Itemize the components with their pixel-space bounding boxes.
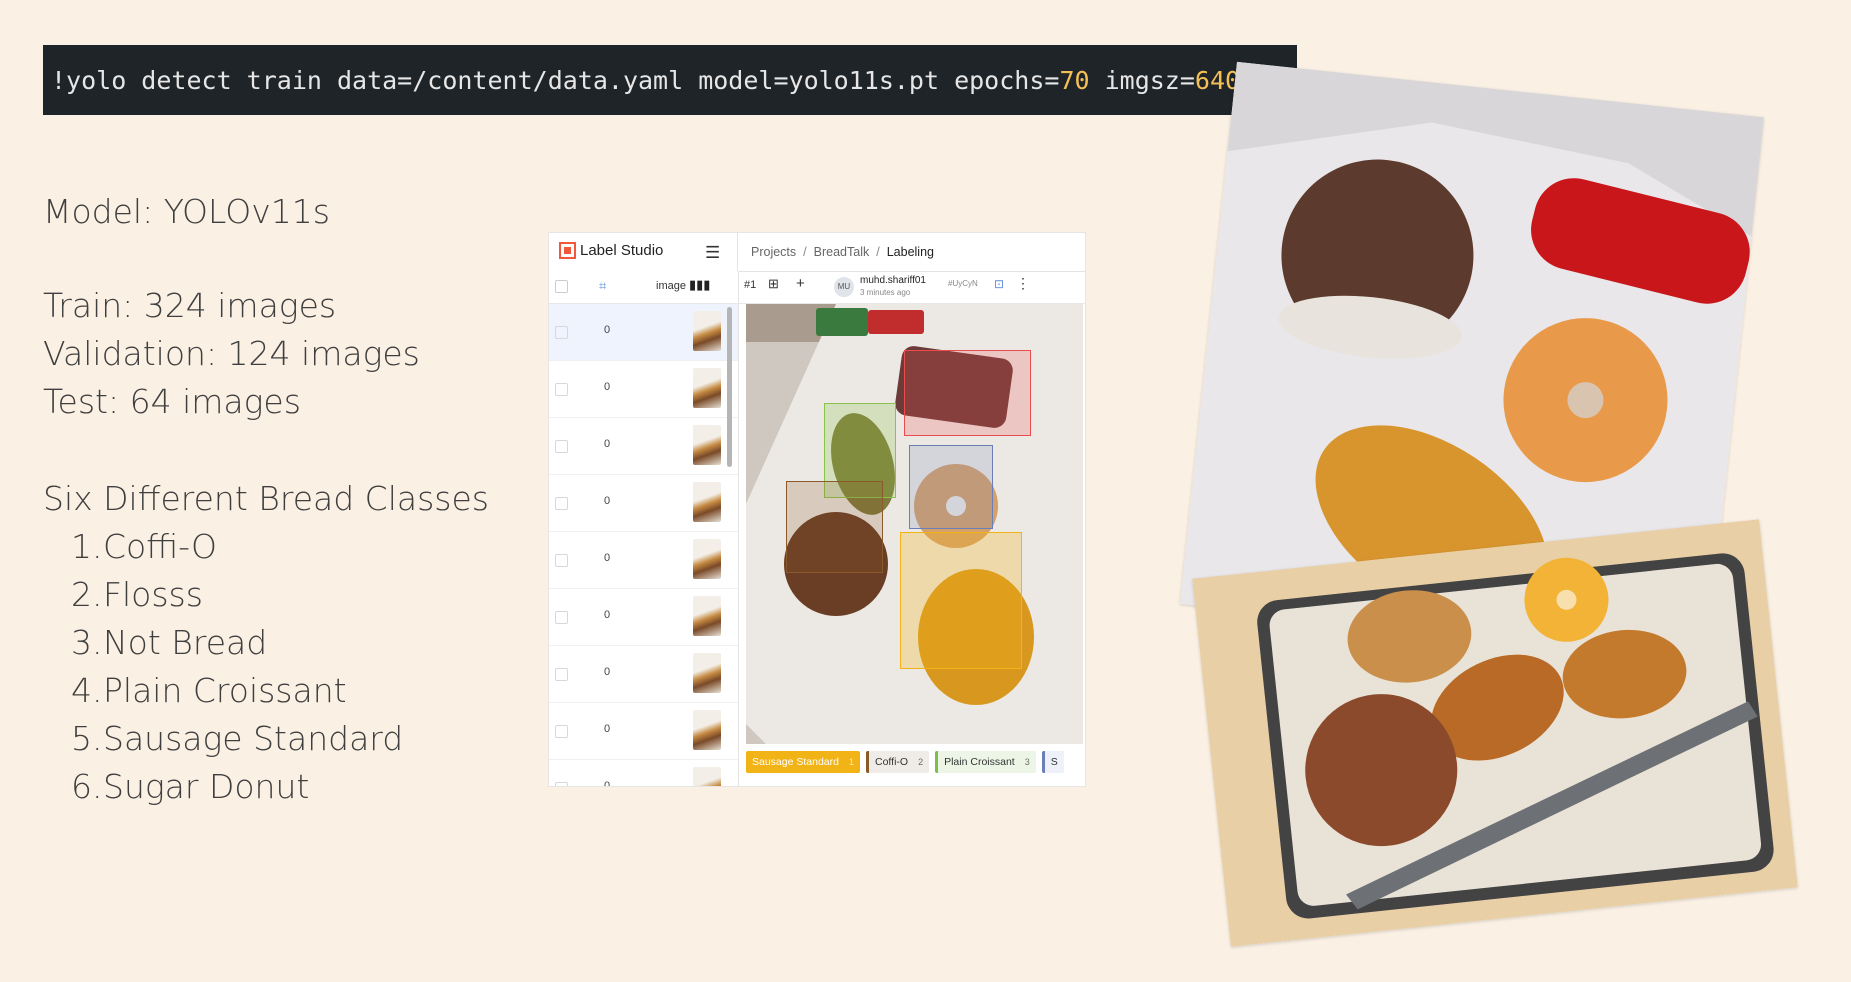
task-thumbnail (693, 368, 721, 408)
header-divider (737, 233, 738, 271)
train-line: Train: 324 images (43, 286, 337, 325)
bbox-coffi-o[interactable] (786, 481, 883, 573)
task-thumbnail (693, 425, 721, 465)
task-row[interactable]: 0 (549, 304, 738, 361)
row-checkbox[interactable] (555, 326, 568, 339)
annotation-count: 0 (604, 438, 611, 450)
annotation-tag: #UyCyN (948, 279, 978, 288)
tag-icon[interactable]: ⊡ (994, 277, 1004, 291)
row-checkbox[interactable] (555, 554, 568, 567)
validation-line: Validation: 124 images (43, 334, 420, 373)
class-item: 6.Sugar Donut (71, 767, 310, 806)
hamburger-menu-icon[interactable]: ☰ (705, 243, 720, 263)
classes-title: Six Different Bread Classes (43, 479, 489, 518)
ls-header: Label Studio ☰ Projects / BreadTalk / Labeli… (549, 233, 1085, 272)
breadcrumb-labeling: Labeling (886, 245, 934, 259)
command-prefix: !yolo detect train data=/content/data.ya… (51, 65, 1060, 95)
class-item: 1.Coffi-O (71, 527, 217, 566)
annotation-count: 0 (604, 780, 611, 787)
task-row[interactable]: 0 (549, 703, 738, 760)
annotator-name: muhd.shariff01 (860, 275, 926, 286)
test-line: Test: 64 images (43, 382, 301, 421)
columns-icon[interactable]: ▮▮▮ (689, 277, 710, 293)
class-list: Six Different Bread Classes 1.Coffi-O 2.… (43, 475, 489, 811)
bbox-not-bread[interactable] (904, 350, 1031, 436)
task-id: #1 (744, 279, 757, 291)
row-checkbox[interactable] (555, 440, 568, 453)
task-row[interactable]: 0 (549, 760, 738, 787)
row-checkbox[interactable] (555, 782, 568, 786)
annotation-count: 0 (604, 495, 611, 507)
row-checkbox[interactable] (555, 383, 568, 396)
epochs-value: 70 (1059, 65, 1090, 95)
task-thumbnail (693, 482, 721, 522)
column-image-header[interactable]: image (656, 280, 686, 292)
command-mid: imgsz= (1089, 65, 1195, 95)
row-checkbox[interactable] (555, 668, 568, 681)
annotation-count: 0 (604, 552, 611, 564)
annotation-count: 0 (604, 666, 611, 678)
breadcrumb-projects[interactable]: Projects (751, 245, 796, 259)
task-list: ⌗ image ▮▮▮ 0 0 0 0 0 0 0 0 0 (549, 271, 739, 786)
model-line: Model: YOLOv11s (43, 192, 330, 231)
ls-logo[interactable]: Label Studio (559, 242, 663, 259)
task-thumbnail (693, 767, 721, 786)
more-options-icon[interactable]: ⋮ (1016, 275, 1030, 292)
add-icon[interactable]: + (796, 275, 805, 292)
bread-photo-2-image (1192, 519, 1798, 947)
label-bar: Sausage Standard 1 Coffi-O 2 Plain Croissa… (746, 751, 1085, 773)
task-row[interactable]: 0 (549, 532, 738, 589)
grid-icon[interactable]: ⊞ (768, 276, 779, 292)
task-thumbnail (693, 311, 721, 351)
label-coffi-o[interactable]: Coffi-O 2 (866, 751, 930, 773)
breadcrumb: Projects / BreadTalk / Labeling (751, 245, 934, 259)
task-row[interactable]: 0 (549, 361, 738, 418)
annotation-toolbar: #1 ⊞ + MU muhd.shariff01 3 minutes ago #… (738, 271, 1085, 304)
label-sausage-standard[interactable]: Sausage Standard 1 (746, 751, 860, 773)
task-list-header: ⌗ image ▮▮▮ (549, 271, 738, 304)
select-all-checkbox[interactable] (555, 280, 568, 293)
model-info: Model: YOLOv11s (43, 188, 330, 236)
avatar: MU (834, 277, 854, 297)
task-thumbnail (693, 596, 721, 636)
command-banner: !yolo detect train data=/content/data.ya… (43, 45, 1297, 115)
annotation-count: 0 (604, 609, 611, 621)
task-row[interactable]: 0 (549, 475, 738, 532)
task-thumbnail (693, 653, 721, 693)
task-thumbnail (693, 539, 721, 579)
label-plain-croissant[interactable]: Plain Croissant 3 (935, 751, 1036, 773)
task-list-scrollbar[interactable] (727, 307, 732, 467)
class-item: 4.Plain Croissant (71, 671, 347, 710)
annotation-canvas[interactable] (746, 304, 1083, 744)
bbox-sausage-standard[interactable] (900, 532, 1022, 669)
task-row[interactable]: 0 (549, 418, 738, 475)
label-studio-logo-icon (559, 242, 576, 259)
task-row[interactable]: 0 (549, 589, 738, 646)
class-item: 3.Not Bread (71, 623, 268, 662)
dataset-split: Train: 324 images Validation: 124 images… (43, 282, 420, 426)
label-studio-screenshot: Label Studio ☰ Projects / BreadTalk / Labeli… (548, 232, 1086, 787)
ls-app-name: Label Studio (580, 242, 664, 259)
annotation-count: 0 (604, 723, 611, 735)
row-checkbox[interactable] (555, 725, 568, 738)
grid-view-icon[interactable]: ⌗ (599, 278, 606, 294)
row-checkbox[interactable] (555, 611, 568, 624)
task-row[interactable]: 0 (549, 646, 738, 703)
row-checkbox[interactable] (555, 497, 568, 510)
annotation-time: 3 minutes ago (860, 288, 911, 297)
bbox-sugar-donut[interactable] (909, 445, 993, 529)
class-item: 5.Sausage Standard (71, 719, 404, 758)
label-s[interactable]: S (1041, 751, 1064, 773)
class-item: 2.Flosss (71, 575, 203, 614)
task-thumbnail (693, 710, 721, 750)
annotation-count: 0 (604, 381, 611, 393)
breadcrumb-project[interactable]: BreadTalk (814, 245, 870, 259)
annotation-count: 0 (604, 324, 611, 336)
photo-bread-tray (1192, 519, 1798, 947)
